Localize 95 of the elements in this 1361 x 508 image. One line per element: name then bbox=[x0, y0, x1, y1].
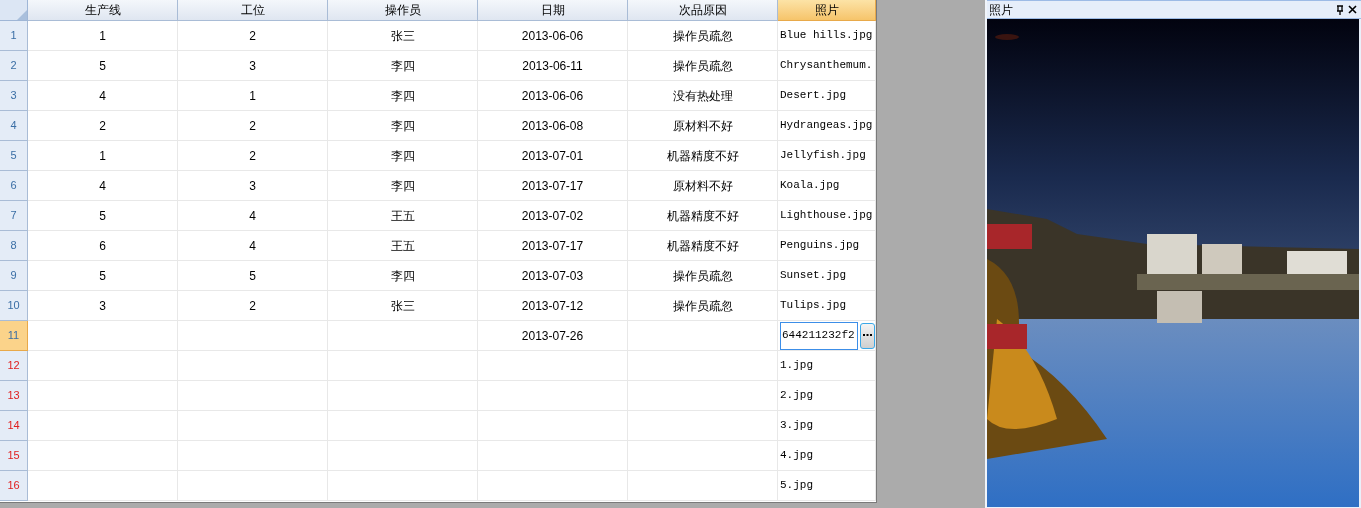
table-cell: 机器精度不好 bbox=[628, 141, 778, 171]
table-cell: 原材料不好 bbox=[628, 111, 778, 141]
table-cell: 2.jpg bbox=[778, 381, 876, 411]
table-cell: 李四 bbox=[328, 111, 478, 141]
table-cell: 2013-07-03 bbox=[478, 261, 628, 291]
table-cell: 李四 bbox=[328, 171, 478, 201]
table-cell: 4 bbox=[178, 201, 328, 231]
table-cell: Sunset.jpg bbox=[778, 261, 876, 291]
table-cell: 2013-07-01 bbox=[478, 141, 628, 171]
table-cell: 2 bbox=[178, 141, 328, 171]
panel-title: 照片 bbox=[989, 3, 1014, 16]
table-cell: 2013-07-17 bbox=[478, 171, 628, 201]
table-cell: 2 bbox=[178, 21, 328, 51]
column-header[interactable]: 次品原因 bbox=[628, 0, 778, 21]
table-cell: 2013-07-17 bbox=[478, 231, 628, 261]
column-header[interactable]: 生产线 bbox=[28, 0, 178, 21]
table-cell: 操作员疏忽 bbox=[628, 21, 778, 51]
table-cell: 2013-06-06 bbox=[478, 21, 628, 51]
table-cell: 李四 bbox=[328, 261, 478, 291]
table-cell: Desert.jpg bbox=[778, 81, 876, 111]
row-header[interactable]: 13 bbox=[0, 381, 28, 411]
ellipsis-icon bbox=[863, 334, 873, 337]
table-cell: Chrysanthemum. bbox=[778, 51, 876, 81]
table-cell: 张三 bbox=[328, 291, 478, 321]
table-cell: 2013-06-06 bbox=[478, 81, 628, 111]
table-cell: Koala.jpg bbox=[778, 171, 876, 201]
table-cell: 5 bbox=[28, 201, 178, 231]
file-input-field[interactable]: 644211232f2 bbox=[780, 321, 859, 350]
column-header[interactable]: 工位 bbox=[178, 0, 328, 21]
table-cell: 李四 bbox=[328, 51, 478, 81]
table-cell: 李四 bbox=[328, 141, 478, 171]
table-cell: Penguins.jpg bbox=[778, 231, 876, 261]
row-header[interactable]: 5 bbox=[0, 141, 28, 171]
table-cell: 6 bbox=[28, 231, 178, 261]
table-cell: 3 bbox=[28, 291, 178, 321]
table-cell: 2013-06-08 bbox=[478, 111, 628, 141]
table-cell: 王五 bbox=[328, 231, 478, 261]
column-header[interactable]: 照片 bbox=[778, 0, 876, 21]
column-header[interactable]: 操作员 bbox=[328, 0, 478, 21]
table-cell: 操作员疏忽 bbox=[628, 51, 778, 81]
table-cell: 2013-07-26 bbox=[478, 321, 628, 351]
table-cell: 4 bbox=[28, 171, 178, 201]
row-header[interactable]: 16 bbox=[0, 471, 28, 501]
table-cell: 5 bbox=[178, 261, 328, 291]
table-cell: 张三 bbox=[328, 21, 478, 51]
table-cell: 5 bbox=[28, 261, 178, 291]
triangle-icon bbox=[17, 10, 27, 20]
table-cell: 没有热处理 bbox=[628, 81, 778, 111]
table-cell: 3 bbox=[178, 171, 328, 201]
table-cell: 1 bbox=[28, 21, 178, 51]
table-cell: 2013-07-02 bbox=[478, 201, 628, 231]
row-header[interactable]: 2 bbox=[0, 51, 28, 81]
row-header[interactable]: 14 bbox=[0, 411, 28, 441]
table-cell: 机器精度不好 bbox=[628, 231, 778, 261]
table-cell: 4 bbox=[28, 81, 178, 111]
row-header[interactable]: 3 bbox=[0, 81, 28, 111]
pin-icon[interactable] bbox=[1336, 4, 1344, 15]
browse-button[interactable] bbox=[860, 322, 875, 349]
table-cell: 5 bbox=[28, 51, 178, 81]
row-header[interactable]: 8 bbox=[0, 231, 28, 261]
table-cell: 王五 bbox=[328, 201, 478, 231]
row-header[interactable]: 1 bbox=[0, 21, 28, 51]
table-cell: 2 bbox=[178, 111, 328, 141]
row-header[interactable]: 12 bbox=[0, 351, 28, 381]
table-cell: Blue hills.jpg bbox=[778, 21, 876, 51]
table-cell: Hydrangeas.jpg bbox=[778, 111, 876, 141]
table-cell: 2 bbox=[28, 111, 178, 141]
table-cell: 3 bbox=[178, 51, 328, 81]
table-cell: 2013-06-11 bbox=[478, 51, 628, 81]
table-cell: Tulips.jpg bbox=[778, 291, 876, 321]
column-header[interactable]: 日期 bbox=[478, 0, 628, 21]
table-cell: 操作员疏忽 bbox=[628, 291, 778, 321]
row-header[interactable]: 10 bbox=[0, 291, 28, 321]
table-cell: 李四 bbox=[328, 81, 478, 111]
row-header[interactable]: 6 bbox=[0, 171, 28, 201]
table-cell: 4 bbox=[178, 231, 328, 261]
table-cell: Lighthouse.jpg bbox=[778, 201, 876, 231]
row-header[interactable]: 9 bbox=[0, 261, 28, 291]
row-header[interactable]: 4 bbox=[0, 111, 28, 141]
table-cell: 1.jpg bbox=[778, 351, 876, 381]
row-header[interactable]: 7 bbox=[0, 201, 28, 231]
table-cell: 原材料不好 bbox=[628, 171, 778, 201]
row-header[interactable]: 15 bbox=[0, 441, 28, 471]
table-cell: 机器精度不好 bbox=[628, 201, 778, 231]
table-cell: 1 bbox=[178, 81, 328, 111]
table-cell: Jellyfish.jpg bbox=[778, 141, 876, 171]
row-header[interactable]: 11 bbox=[0, 321, 28, 351]
table-cell: 2 bbox=[178, 291, 328, 321]
table-cell: 4.jpg bbox=[778, 441, 876, 471]
table-cell: 3.jpg bbox=[778, 411, 876, 441]
table-cell: 操作员疏忽 bbox=[628, 261, 778, 291]
table-cell: 5.jpg bbox=[778, 471, 876, 501]
close-icon[interactable] bbox=[1348, 5, 1357, 14]
table-cell: 2013-07-12 bbox=[478, 291, 628, 321]
table-cell: 1 bbox=[28, 141, 178, 171]
